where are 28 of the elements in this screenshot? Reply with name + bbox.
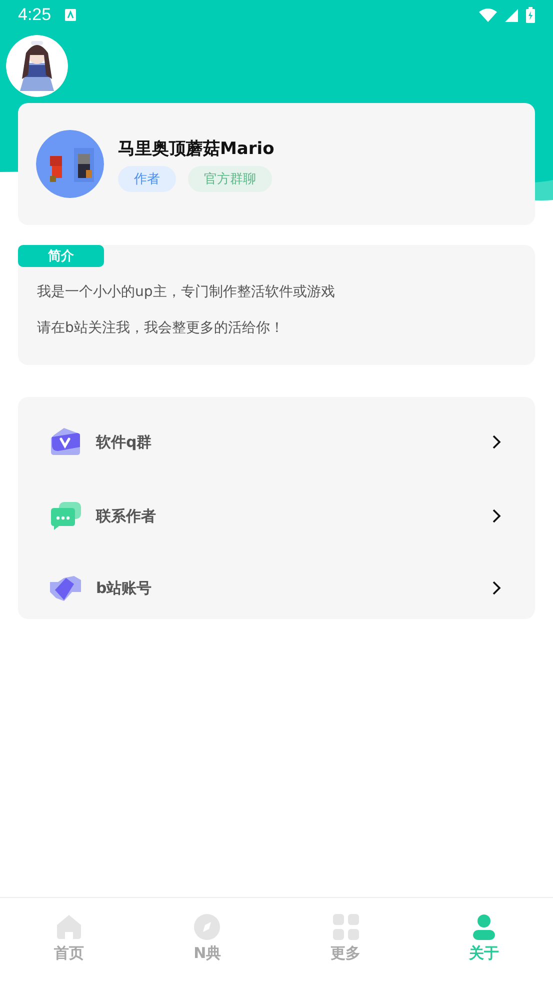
wifi-icon [479,8,497,22]
chevron-icon[interactable] [492,581,501,595]
compass-icon [194,914,220,940]
grid-icon [332,914,359,940]
person-icon [472,914,495,940]
chat-icon [50,501,82,531]
intro-text: 我是一个小小的up主，专门制作整活软件或游戏 [36,283,336,301]
nav-tab[interactable]: 更多 [276,898,415,984]
menu-item[interactable]: 联系作者 [96,506,156,526]
nav-tab[interactable]: 首页 [0,898,138,984]
section-title: 简介 [18,245,104,267]
handshake-icon [50,574,82,602]
menu-item[interactable]: b站账号 [96,578,152,598]
nav-tab[interactable]: N典 [138,898,276,984]
profile-name: 马里奥顶蘑菇Mario [118,138,274,160]
tag-icon [50,427,82,457]
keyboard-icon [65,9,76,21]
chevron-icon[interactable] [492,435,501,449]
tag-label[interactable]: 官方群聊 [188,166,272,192]
status-time: 4:25 [18,5,52,25]
signal-icon [505,8,518,22]
intro-text: 请在b站关注我，我会整更多的活给你！ [36,319,285,337]
tag-label: 作者 [118,166,176,192]
nav-tab[interactable]: 关于 [414,898,553,984]
battery-icon [526,7,535,23]
menu-item[interactable]: 软件q群 [96,432,152,452]
home-icon [56,914,82,940]
chevron-icon[interactable] [492,509,501,523]
